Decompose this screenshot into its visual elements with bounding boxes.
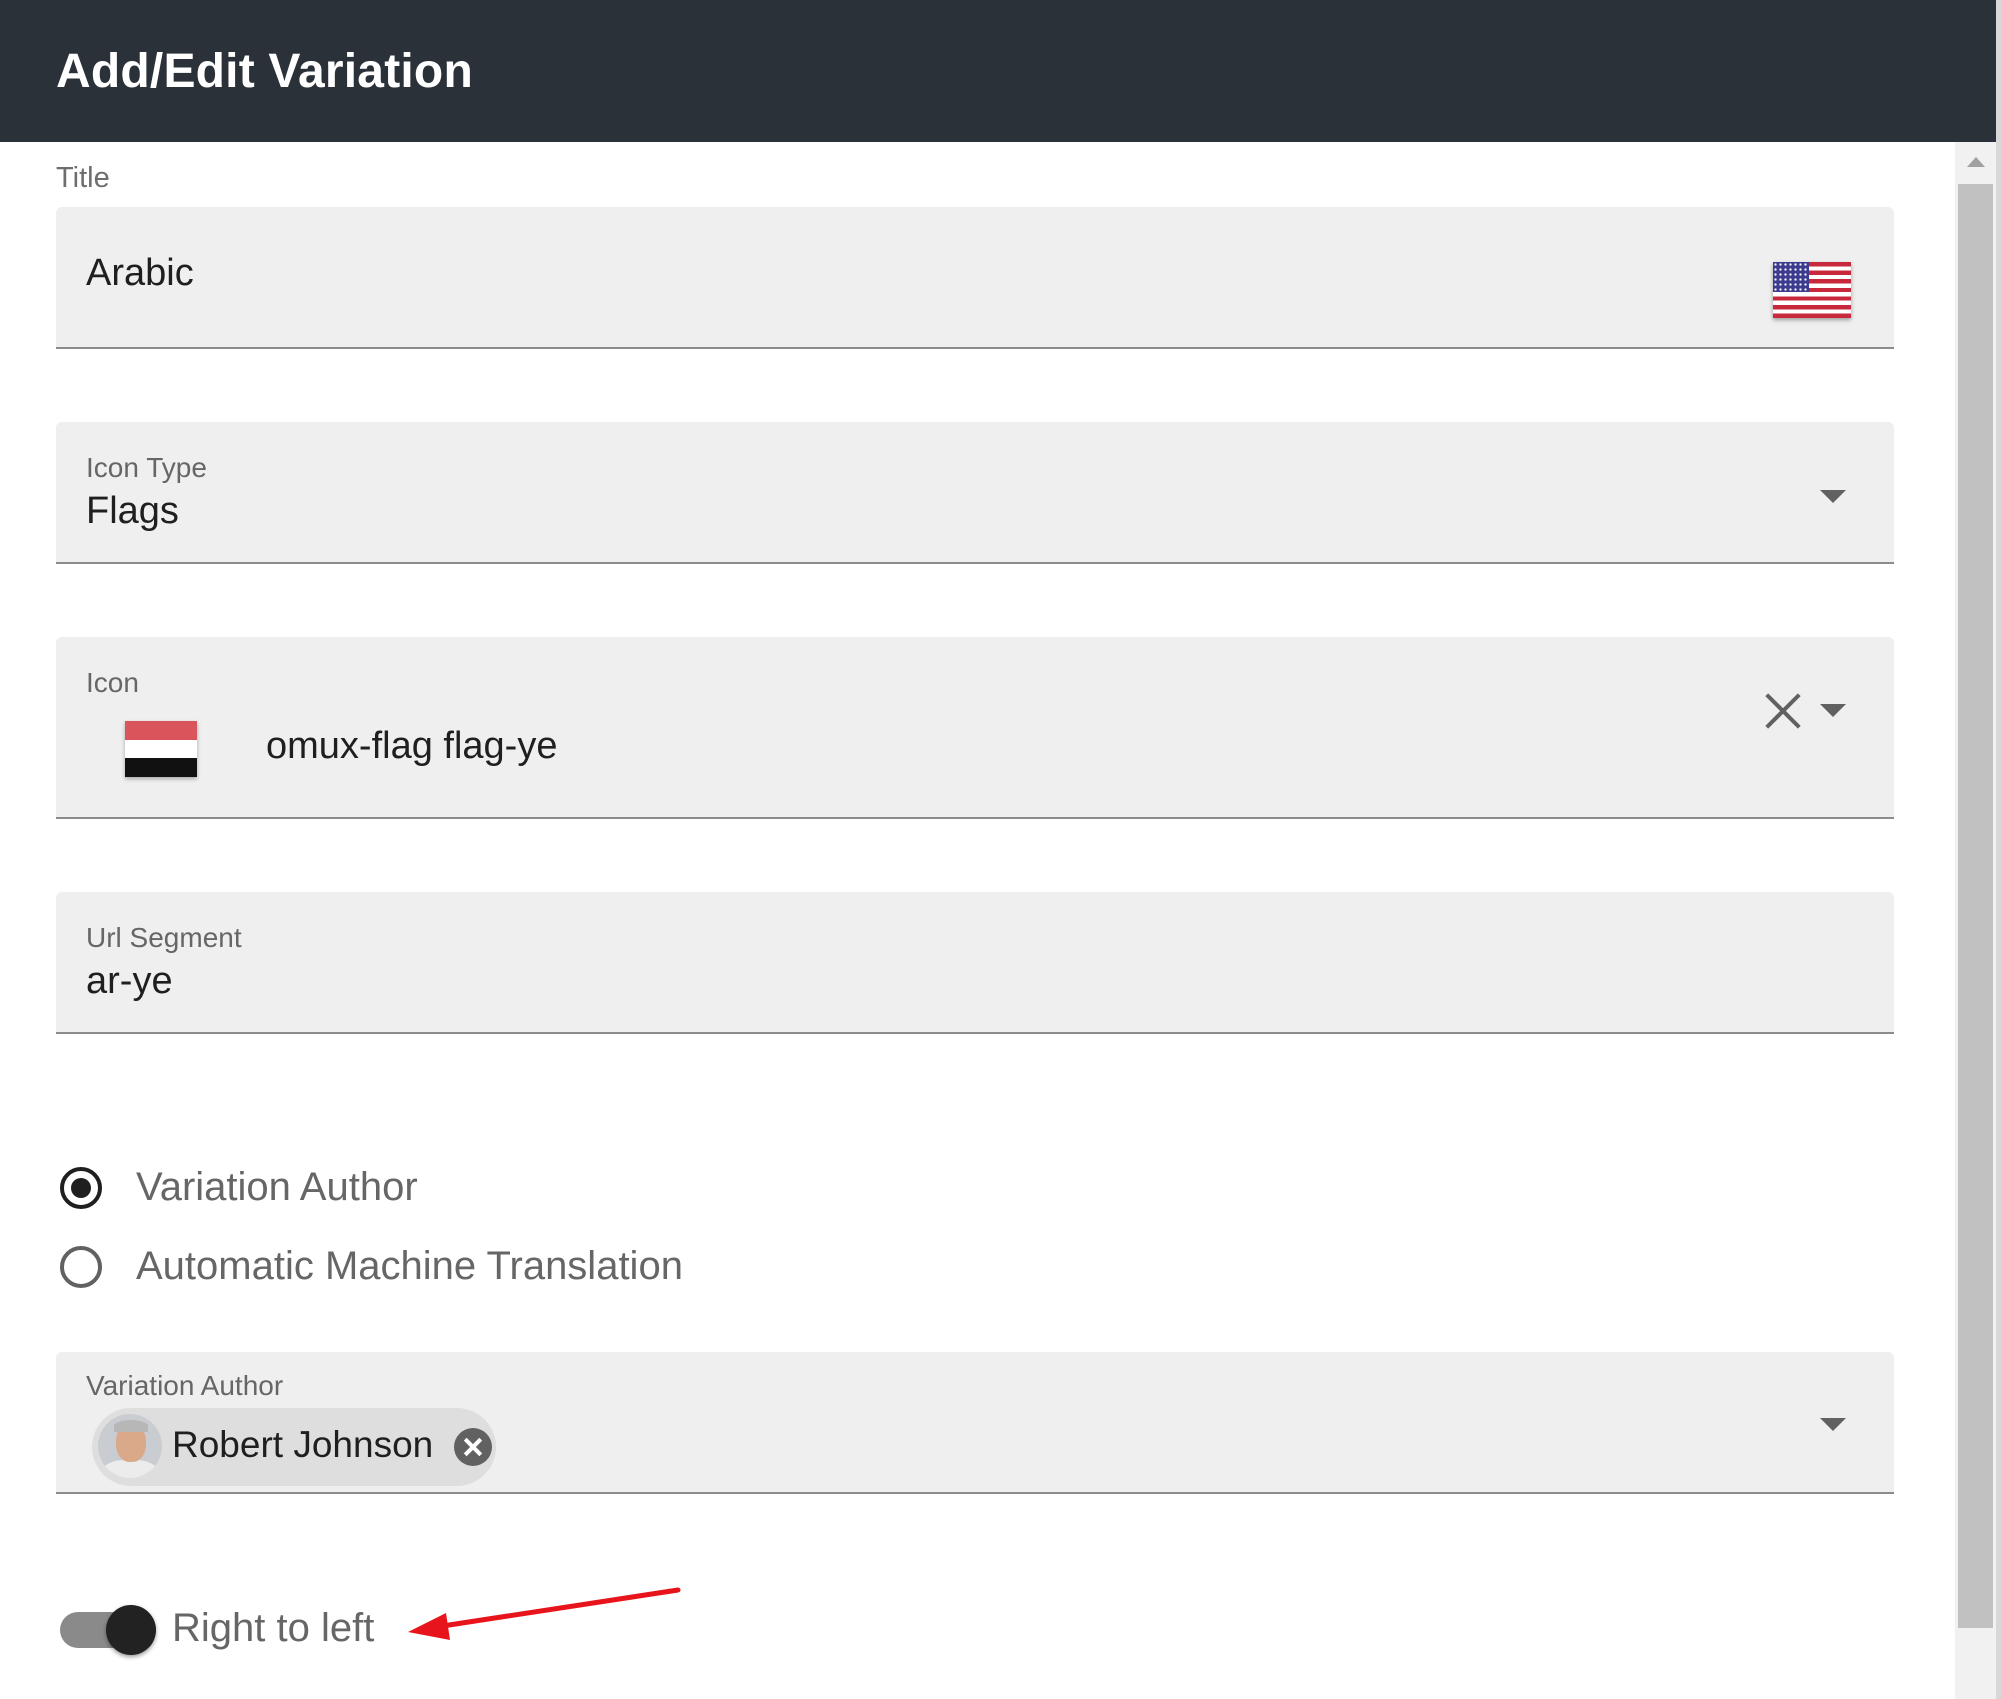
- annotation-arrow-icon: [408, 1587, 681, 1640]
